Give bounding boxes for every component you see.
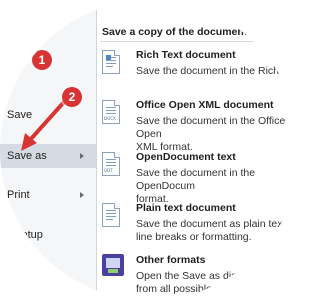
screenshot-frame: en Save Save as Print setup Save a copy …: [0, 0, 300, 300]
annotation-arrow: [21, 100, 66, 151]
annotation-badge-2: 2: [62, 87, 82, 107]
annotation-badge-1: 1: [32, 50, 52, 70]
